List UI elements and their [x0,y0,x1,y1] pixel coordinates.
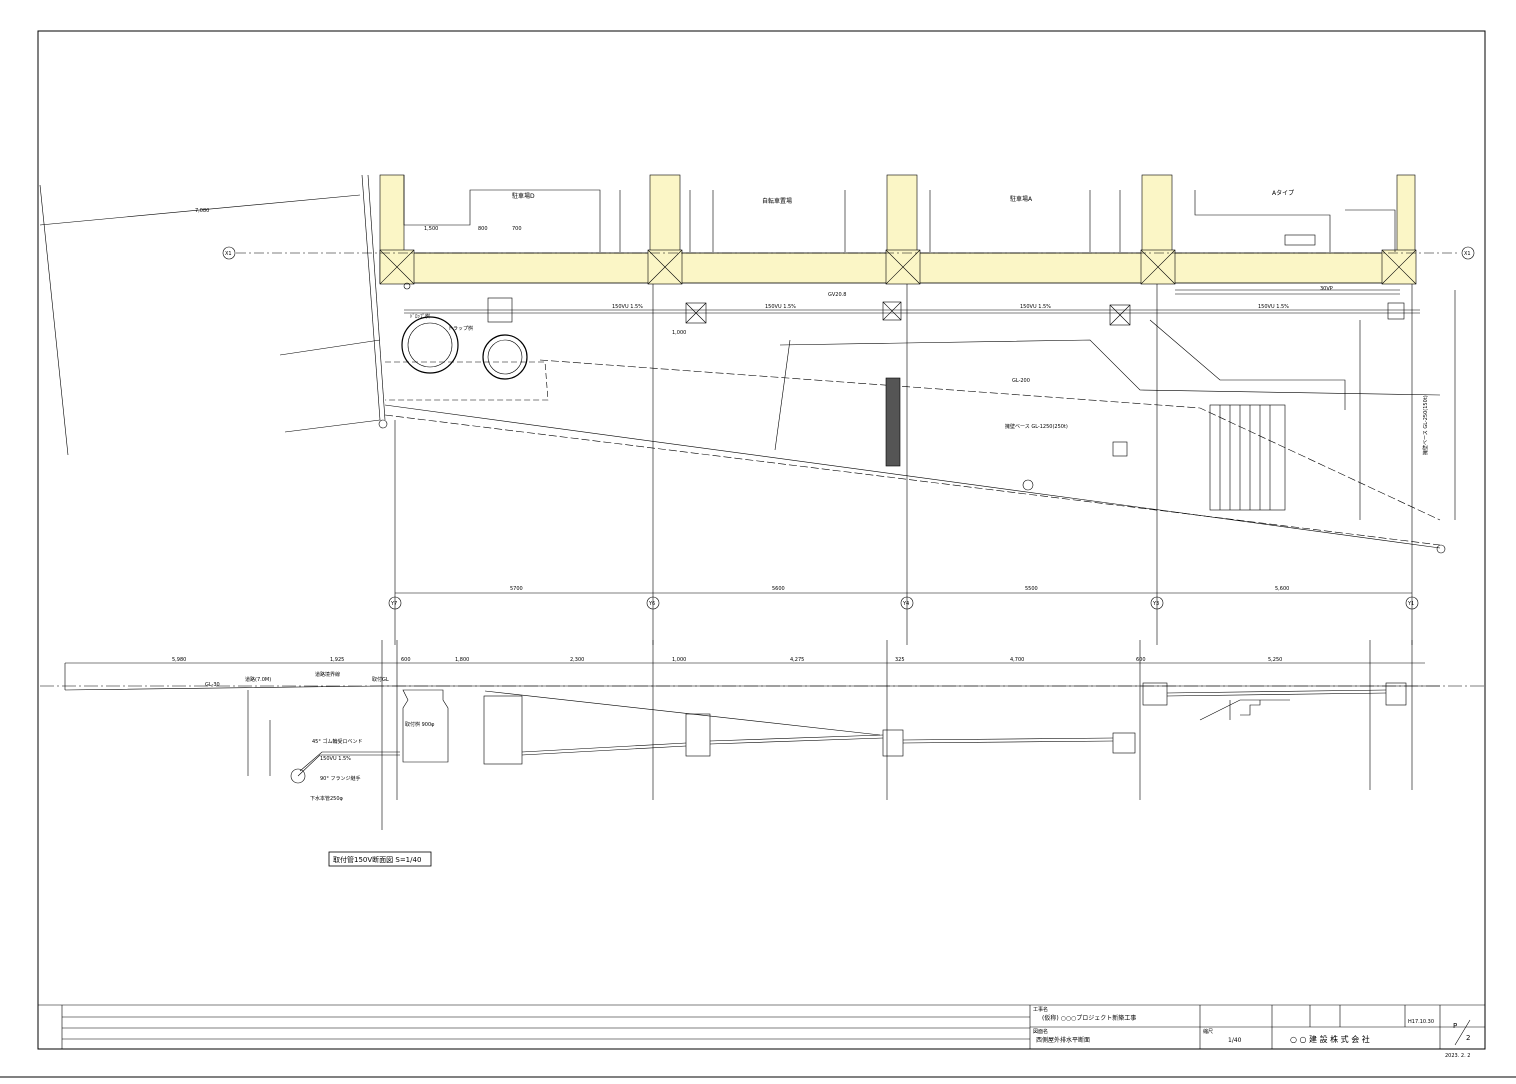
pipe-label-1: 150VU 1.5% [612,304,643,310]
section-view [40,640,1485,830]
retaining-base-label-2: 擁壁ベース GL-250(150t) [1422,395,1429,455]
sec-dim-9: 4,700 [1010,657,1024,663]
grid-label-y3: Y3 [1152,601,1159,607]
drawing-label: 図面名 [1033,1028,1048,1035]
grid-label-x1-left: X1 [225,251,232,257]
room-label-2: 自転車置場 [762,197,792,205]
section-basin-1 [483,695,523,765]
sec-dim-6: 1,000 [672,657,686,663]
span-dim-3: 5500 [1025,586,1038,592]
trap-basin-label: トラップ桝 [448,325,473,332]
grid-label-x1-right: X1 [1464,251,1471,257]
pipe-label-3: 150VU 1.5% [1020,304,1051,310]
room-label-1: 駐車場D [512,192,535,200]
bend-label: 45° ゴム輪受ロベンド [312,738,362,745]
scale-value: 1/40 [1228,1037,1242,1044]
sec-dim-7: 4,275 [790,657,804,663]
cad-drawing: 駐車場D 自転車置場 駐車場A Aタイプ X1 X1 Y7 Y6 Y4 Y3 Y… [0,30,1516,1078]
span-dim-4: 5,600 [1275,586,1289,592]
drawing-date: H17.10.30 [1408,1019,1434,1025]
gl-label: GL-200 [1012,378,1030,384]
title-block [38,1004,1485,1049]
room-label-3: 駐車場A [1010,195,1033,203]
sewer-label: 下水本管250φ [310,795,344,802]
sheet-border [37,30,1486,1050]
grid-label-y4: Y4 [902,601,909,607]
vp-label: 30VP [1320,286,1333,292]
pipe-label-4: 150VU 1.5% [1258,304,1289,310]
project-label: 工事名 [1033,1006,1048,1013]
dim-700: 700 [512,226,522,232]
section-title: 取付管150V断面図 S=1/40 [333,855,421,864]
page-number: 2 [1466,1034,1470,1042]
project-name: (仮称) ○○○プロジェクト新築工事 [1042,1014,1136,1022]
manhole-2 [482,334,528,380]
print-date: 2023. 2. 2 [1445,1053,1470,1059]
grid-label-y6: Y6 [648,601,655,607]
retaining-base-label: 擁壁ベース GL-1250(250t) [1005,423,1068,430]
sec-dim-1: 5,980 [172,657,186,663]
gl-left-label: GL-30 [205,682,220,688]
plan-view [39,174,1475,645]
sec-dim-2: 1,925 [330,657,344,663]
drop-basin-label: ﾄﾞﾛｯﾌﾟ桝 [410,313,430,320]
sec-dim-11: 5,250 [1268,657,1282,663]
room-label-4: Aタイプ [1272,189,1294,197]
scale-label: 縮尺 [1203,1028,1213,1035]
road-dim: 7,080 [195,208,209,214]
gl-label-section: 取付GL [372,676,389,683]
sec-dim-10: 600 [1136,657,1146,663]
sec-dim-4: 1,800 [455,657,469,663]
company-name: ○ ○ 建 設 株 式 会 社 [1290,1034,1370,1044]
section-labels: 道路(7.0M) 道路境界線 取付GL GL-30 45° ゴム輪受ロベンド 1… [172,657,1282,867]
grid-label-y7: Y7 [390,601,397,607]
section-pipe-label: 150VU 1.5% [320,756,351,762]
sec-dim-5: 2,300 [570,657,584,663]
span-dim-2: 5600 [772,586,785,592]
page-letter: P [1453,1022,1457,1030]
road-label: 道路(7.0M) [245,676,271,683]
gv-label: GV20.8 [828,292,846,298]
flange-label: 90° フランジ継手 [320,775,360,782]
grid-label-y1: Y1 [1407,601,1414,607]
stairs [1149,319,1346,511]
drawing-name: 西側屋外排水平断面 [1036,1036,1090,1044]
pipe-label-2: 150VU 1.5% [765,304,796,310]
dim-1500: 1,500 [424,226,438,232]
dim-800: 800 [478,226,488,232]
inlet-label: 取付桝 900φ [405,721,435,728]
sec-dim-3: 600 [401,657,411,663]
span-dim-1: 5700 [510,586,523,592]
boundary-label: 道路境界線 [315,671,340,678]
sec-dim-8: 325 [895,657,905,663]
drawing-sheet: 駐車場D 自転車置場 駐車場A Aタイプ X1 X1 Y7 Y6 Y4 Y3 Y… [0,0,1516,1080]
dim-1000: 1,000 [672,330,686,336]
